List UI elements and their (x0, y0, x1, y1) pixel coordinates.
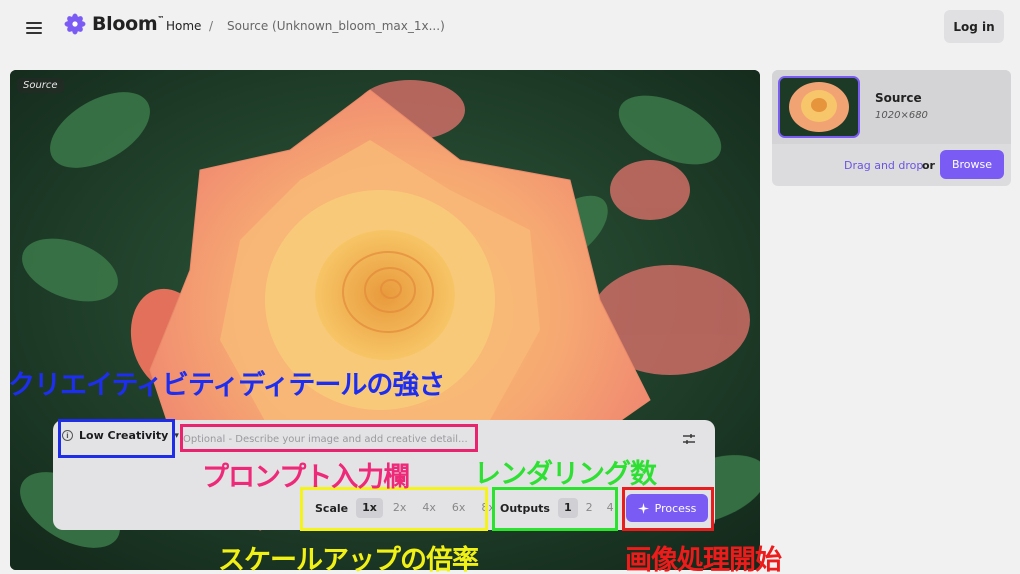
login-button[interactable]: Log in (944, 10, 1004, 43)
scale-label: Scale (315, 501, 349, 515)
process-label: Process (654, 501, 697, 515)
outputs-option-2[interactable]: 2 (580, 498, 599, 518)
creativity-selector[interactable]: i Low Creativity ▾ (62, 429, 179, 442)
outputs-option-4[interactable]: 4 (601, 498, 620, 518)
scale-option-4x[interactable]: 4x (416, 498, 442, 518)
browse-button[interactable]: Browse (940, 150, 1004, 179)
prompt-input[interactable] (183, 429, 473, 449)
annotation-label-scale: スケールアップの倍率 (218, 545, 479, 574)
scale-option-2x[interactable]: 2x (387, 498, 413, 518)
annotation-label-outputs: レンダリング数 (474, 459, 657, 490)
scale-option-6x[interactable]: 6x (446, 498, 472, 518)
annotation-label-prompt: プロンプト入力欄 (202, 462, 410, 493)
logo[interactable]: Bloom™ (64, 13, 164, 35)
breadcrumb-current: Source (Unknown_bloom_max_1x...) (227, 19, 445, 33)
source-dimensions: 1020×680 (875, 110, 928, 121)
source-thumbnail[interactable] (778, 76, 860, 138)
drag-and-drop-link[interactable]: Drag and drop (844, 159, 923, 172)
or-text: or (922, 159, 935, 172)
breadcrumb-separator: / (209, 19, 214, 33)
rose-thumbnail-image (780, 78, 858, 136)
annotation-label-process: 画像処理開始 (625, 545, 782, 574)
outputs-group: Outputs 1 2 4 (500, 498, 622, 518)
source-tag: Source (17, 78, 64, 93)
logo-text: Bloom™ (92, 13, 165, 35)
sliders-icon[interactable] (682, 432, 696, 446)
scale-option-1x[interactable]: 1x (356, 498, 383, 518)
hamburger-menu-icon[interactable] (26, 19, 42, 35)
source-title: Source (875, 91, 922, 105)
breadcrumb-home[interactable]: Home (166, 19, 201, 33)
info-icon: i (62, 430, 73, 441)
scale-group: Scale 1x 2x 4x 6x 8x (315, 498, 505, 518)
chevron-down-icon: ▾ (174, 430, 179, 441)
outputs-option-1[interactable]: 1 (557, 498, 578, 518)
creativity-label: Low Creativity (79, 429, 169, 442)
process-button[interactable]: Process (626, 494, 708, 522)
sparkle-icon (637, 502, 649, 514)
outputs-label: Outputs (500, 501, 550, 515)
scale-option-8x[interactable]: 8x (475, 498, 501, 518)
source-panel: Source 1020×680 Drag and drop or Browse (772, 70, 1011, 186)
annotation-label-creativity: クリエイティビティディテールの強さ (8, 370, 445, 401)
flower-logo-icon (64, 13, 86, 35)
